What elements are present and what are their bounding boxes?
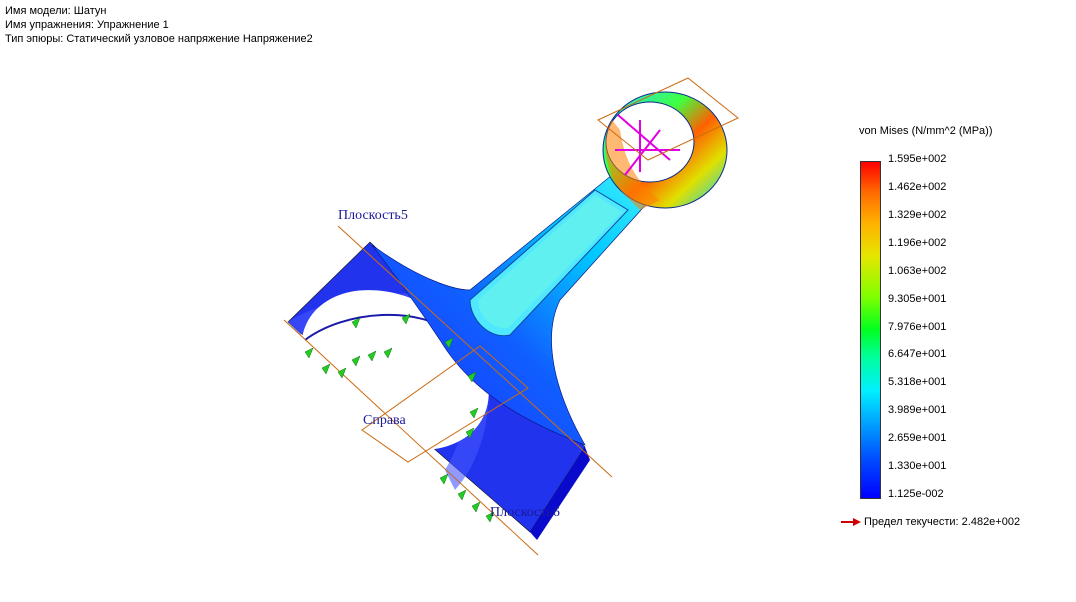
- legend-tick-label: 1.462e+002: [888, 180, 947, 193]
- legend-tick-label: 1.196e+002: [888, 236, 947, 249]
- yield-strength-indicator: Предел текучести: 2.482e+002: [840, 516, 1020, 528]
- legend-tick-label: 5.318e+001: [888, 376, 947, 389]
- legend-tick-label: 1.329e+002: [888, 208, 947, 221]
- plane-label-right: Справа: [363, 413, 406, 428]
- legend-tick-label: 2.659e+001: [888, 432, 947, 445]
- plane-label-6: Плоскость6: [490, 505, 560, 520]
- legend-tick-label: 3.989e+001: [888, 404, 947, 417]
- yield-arrow-icon: [841, 518, 861, 526]
- legend-tick-label: 6.647e+001: [888, 348, 947, 361]
- legend-tick-label: 1.063e+002: [888, 264, 947, 277]
- legend-tick-label: 9.305e+001: [888, 292, 947, 305]
- color-scale-bar: [860, 161, 881, 499]
- legend-tick-label: 1.595e+002: [888, 153, 947, 165]
- legend-tick-label: 1.125e-002: [888, 488, 944, 500]
- legend-tick-label: 1.330e+001: [888, 460, 947, 473]
- legend-tick-label: 7.976e+001: [888, 320, 947, 333]
- yield-strength-label: Предел текучести: 2.482e+002: [864, 516, 1021, 528]
- legend-title: von Mises (N/mm^2 (MPa)): [859, 125, 993, 137]
- plane-label-5: Плоскость5: [338, 208, 408, 223]
